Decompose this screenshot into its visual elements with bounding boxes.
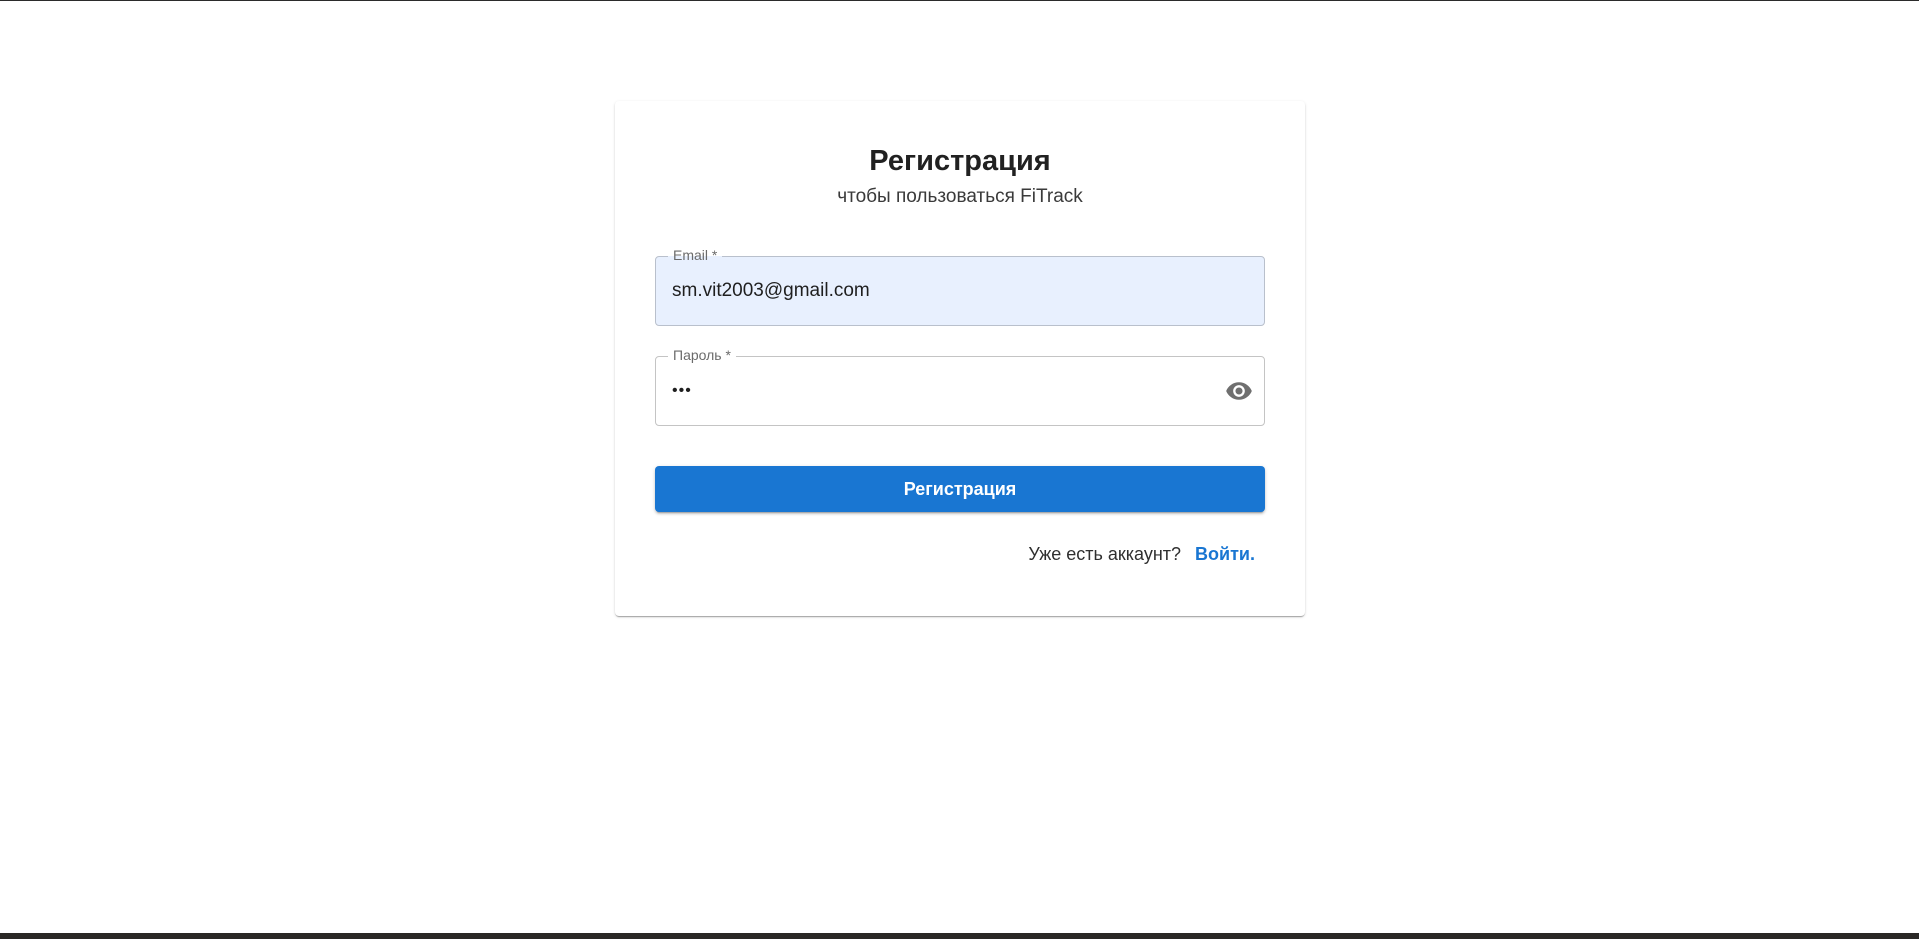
- signin-question: Уже есть аккаунт?: [1028, 544, 1182, 564]
- password-field[interactable]: Пароль * •••: [655, 346, 1265, 426]
- signin-row: Уже есть аккаунт? Войти.: [1028, 542, 1255, 566]
- email-field-label: Email *: [668, 246, 723, 264]
- email-field[interactable]: Email * sm.vit2003@gmail.com: [655, 246, 1265, 326]
- page-subtitle: чтобы пользоваться FiTrack: [837, 186, 1083, 207]
- password-field-label: Пароль *: [668, 346, 736, 364]
- register-button[interactable]: Регистрация: [655, 466, 1265, 512]
- page-title: Регистрация: [869, 145, 1051, 177]
- email-input[interactable]: sm.vit2003@gmail.com: [672, 279, 870, 303]
- eye-icon: [1226, 382, 1252, 400]
- registration-card: Регистрация чтобы пользоваться FiTrack E…: [615, 101, 1305, 616]
- password-input[interactable]: •••: [672, 379, 692, 403]
- window-top-border: [0, 0, 1919, 1]
- page: Регистрация чтобы пользоваться FiTrack E…: [0, 0, 1919, 939]
- signin-link[interactable]: Войти.: [1195, 542, 1255, 566]
- taskbar-edge: [0, 933, 1919, 939]
- toggle-password-visibility-button[interactable]: [1222, 374, 1256, 408]
